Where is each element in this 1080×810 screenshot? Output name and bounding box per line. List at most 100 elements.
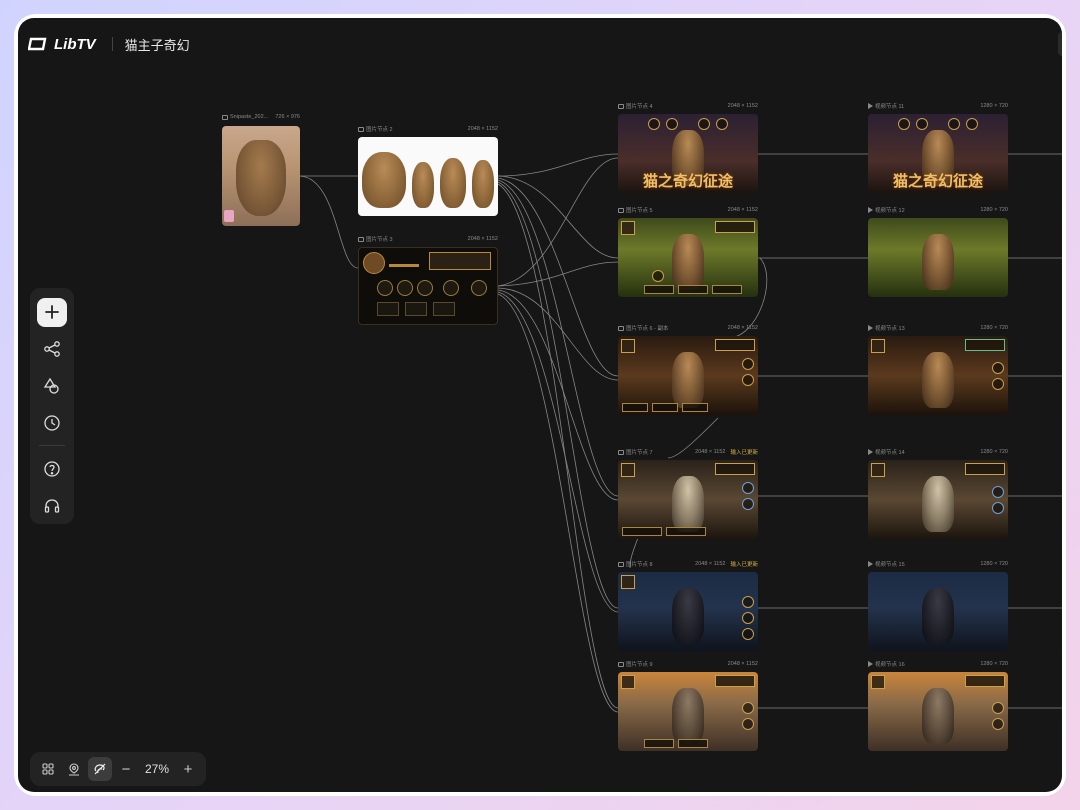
add-node-button[interactable] <box>37 298 67 327</box>
video-node-icon <box>868 325 873 331</box>
hud-icon <box>992 718 1004 730</box>
toolbar-divider <box>39 445 65 447</box>
hud-panel <box>715 221 755 233</box>
node-image-3[interactable]: 图片节点 3 2048 × 1152 <box>358 236 498 325</box>
node-title: 图片节点 3 <box>366 237 393 243</box>
history-button[interactable] <box>37 409 67 438</box>
node-thumbnail <box>222 126 300 226</box>
cat-side-view <box>440 158 466 208</box>
shapes-icon <box>43 377 59 394</box>
node-size: 2048 × 1152 <box>695 449 726 455</box>
node-thumbnail <box>618 336 758 415</box>
node-video-15[interactable]: 视频节点 15 1280 × 720 <box>868 561 1008 651</box>
node-size: 2048 × 1152 <box>727 325 758 331</box>
avatar-badge <box>363 252 385 274</box>
hud-icon <box>898 118 910 130</box>
image-node-icon <box>618 561 624 567</box>
zoom-level: 27% <box>144 762 170 776</box>
node-thumbnail <box>868 672 1008 751</box>
node-thumbnail <box>618 460 758 539</box>
grid-view-button[interactable] <box>36 757 60 781</box>
skill-ring <box>377 280 393 296</box>
node-title: 视频节点 16 <box>875 662 905 668</box>
left-toolbar <box>30 288 74 524</box>
node-image-8[interactable]: 图片节点 8 2048 × 1152 输入已更新 <box>618 561 758 651</box>
skill-ring <box>443 280 459 296</box>
wire-image2-to-image6 <box>497 177 619 377</box>
node-image-5[interactable]: 图片节点 5 2048 × 1152 <box>618 207 758 297</box>
node-video-12[interactable]: 视频节点 12 1280 × 720 <box>868 207 1008 297</box>
shapes-button[interactable] <box>37 372 67 401</box>
image-node-icon <box>618 325 624 331</box>
workflow-button[interactable] <box>37 335 67 364</box>
node-thumbnail <box>868 336 1008 415</box>
hud-badge <box>621 221 635 235</box>
hud-card <box>712 285 742 294</box>
node-video-11[interactable]: 视频节点 11 1280 × 720 猫之奇幻征途 <box>868 103 1008 193</box>
wire-image2-to-image7 <box>497 179 619 497</box>
node-thumbnail <box>618 218 758 297</box>
node-source-photo[interactable]: Snipaste_202... 726 × 976 <box>222 114 300 226</box>
hud-panel <box>965 463 1005 475</box>
skill-ring <box>471 280 487 296</box>
hud-card <box>622 527 662 536</box>
support-button[interactable] <box>37 491 67 520</box>
wire-image3-to-image5 <box>497 261 619 287</box>
node-canvas[interactable]: LibTV 猫主子奇幻 Snipaste_202... 726 × 976 图片… <box>18 18 1062 792</box>
cat-knight <box>672 688 704 744</box>
cat-hero <box>672 352 704 408</box>
image-node-icon <box>618 661 624 667</box>
skill-ring <box>417 280 433 296</box>
node-video-14[interactable]: 视频节点 14 1280 × 720 <box>868 449 1008 539</box>
cat-hero <box>922 234 954 290</box>
app-header: LibTV 猫主子奇幻 <box>28 32 190 56</box>
wire-image2-to-image8 <box>497 181 619 609</box>
bottom-toolbar: − 27% + <box>30 752 206 786</box>
snap-toggle-button[interactable] <box>88 757 112 781</box>
video-node-icon <box>868 207 873 213</box>
node-thumbnail <box>358 247 498 325</box>
zoom-in-button[interactable]: + <box>176 757 200 781</box>
node-video-16[interactable]: 视频节点 16 1280 × 720 <box>868 661 1008 751</box>
skill-ring <box>397 280 413 296</box>
right-panel-handle[interactable] <box>1058 32 1062 56</box>
node-title: 视频节点 11 <box>875 104 905 110</box>
cat-hero <box>922 352 954 408</box>
cat-wizard <box>922 476 954 532</box>
hud-icon <box>652 270 664 282</box>
node-image-6[interactable]: 图片节点 6 - 副本 2048 × 1152 <box>618 325 758 415</box>
brand-logo[interactable]: LibTV <box>28 36 96 53</box>
cat-figure <box>236 140 286 216</box>
locate-button[interactable] <box>62 757 86 781</box>
node-size: 1280 × 720 <box>980 661 1008 667</box>
node-image-2[interactable]: 图片节点 2 2048 × 1152 <box>358 126 498 216</box>
zoom-out-button[interactable]: − <box>114 757 138 781</box>
hud-icon <box>742 718 754 730</box>
node-title: 视频节点 15 <box>875 562 905 568</box>
node-thumbnail <box>868 572 1008 651</box>
project-title[interactable]: 猫主子奇幻 <box>125 35 190 54</box>
wire-image3-to-image8 <box>497 291 619 613</box>
node-image-4[interactable]: 图片节点 4 2048 × 1152 猫之奇幻征途 <box>618 103 758 193</box>
hud-badge <box>621 575 635 589</box>
hud-icon <box>966 118 978 130</box>
hud-panel <box>715 675 755 687</box>
scene-title: 猫之奇幻征途 <box>892 172 983 190</box>
node-title: 图片节点 4 <box>626 104 653 110</box>
node-title: Snipaste_202... <box>230 114 269 120</box>
cat-knight <box>922 688 954 744</box>
hud-panel <box>965 339 1005 351</box>
hud-icon <box>648 118 660 130</box>
hud-badge <box>871 463 885 477</box>
plus-icon <box>45 305 59 320</box>
node-image-7[interactable]: 图片节点 7 2048 × 1152 输入已更新 <box>618 449 758 539</box>
image-node-icon <box>222 114 228 120</box>
node-image-9[interactable]: 图片节点 9 2048 × 1152 <box>618 661 758 751</box>
hud-badge <box>871 675 885 689</box>
help-button[interactable] <box>37 454 67 483</box>
hud-card <box>644 285 674 294</box>
hud-icon <box>666 118 678 130</box>
item-card <box>377 302 399 316</box>
hud-icon <box>742 612 754 624</box>
node-video-13[interactable]: 视频节点 13 1280 × 720 <box>868 325 1008 415</box>
